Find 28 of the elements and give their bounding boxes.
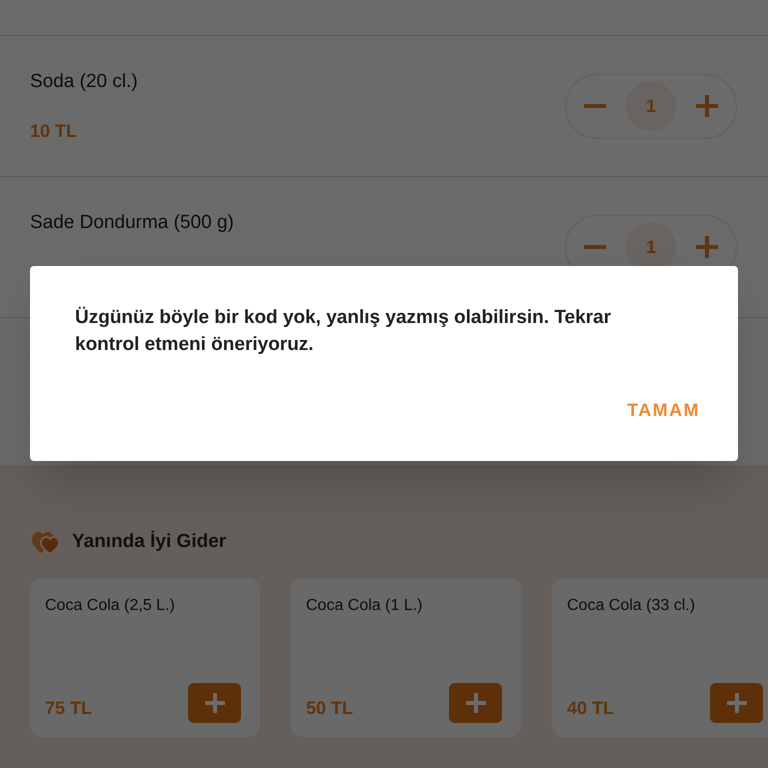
- section-title: Yanında İyi Gider: [72, 530, 226, 554]
- product-price: 40 TL: [567, 697, 614, 720]
- product-card[interactable]: Coca Cola (2,5 L.) 75 TL: [30, 578, 260, 737]
- product-card[interactable]: Coca Cola (33 cl.) 40 TL: [552, 578, 768, 737]
- item-name: Sade Dondurma (500 g): [30, 211, 234, 235]
- add-button[interactable]: [449, 683, 502, 723]
- product-price: 75 TL: [45, 697, 92, 720]
- add-button[interactable]: [188, 683, 241, 723]
- product-name: Coca Cola (1 L.): [306, 596, 424, 616]
- add-button[interactable]: [710, 683, 763, 723]
- plus-icon: [204, 693, 224, 713]
- increase-button[interactable]: [696, 236, 718, 258]
- ok-button[interactable]: TAMAM: [619, 390, 708, 430]
- product-price: 50 TL: [306, 697, 354, 720]
- item-name: Soda (20 cl.): [30, 70, 138, 94]
- product-name: Coca Cola (33 cl.): [567, 596, 696, 616]
- product-name: Coca Cola (2,5 L.): [45, 596, 176, 616]
- plus-icon: [696, 95, 718, 117]
- plus-icon: [696, 236, 718, 258]
- increase-button[interactable]: [696, 95, 718, 117]
- item-price: 10 TL: [30, 120, 78, 143]
- plus-icon: [466, 693, 486, 713]
- dialog-message: Üzgünüz böyle bir kod yok, yanlış yazmış olabilirsin. Tekrar kontrol etmeni öneriyoruz.: [74, 306, 612, 357]
- quantity-display: 1: [626, 81, 676, 131]
- product-card[interactable]: Coca Cola (1 L.) 50 TL: [291, 578, 521, 737]
- minus-icon: [584, 104, 606, 108]
- plus-icon: [726, 693, 746, 713]
- minus-icon: [584, 245, 606, 249]
